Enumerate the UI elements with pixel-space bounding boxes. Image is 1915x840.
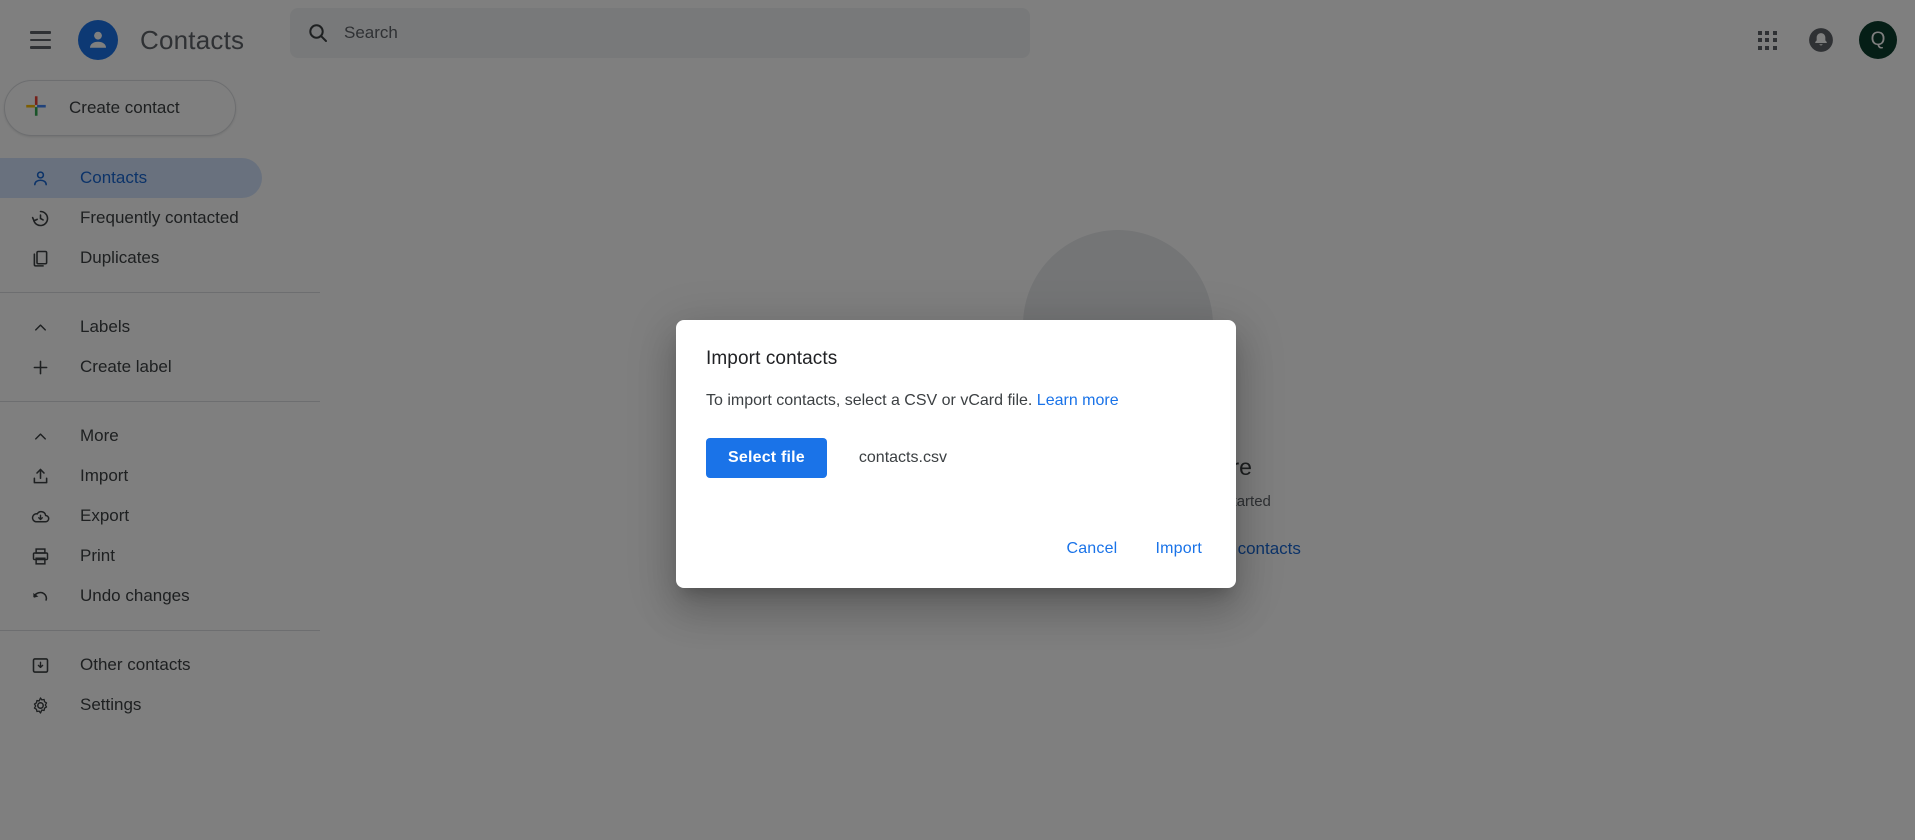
dialog-description: To import contacts, select a CSV or vCar… — [706, 392, 1206, 410]
dialog-actions: Cancel Import — [1056, 532, 1212, 566]
learn-more-link[interactable]: Learn more — [1037, 392, 1119, 409]
selected-file-name: contacts.csv — [858, 449, 947, 466]
import-button[interactable]: Import — [1145, 532, 1212, 566]
file-selection-row: Select file contacts.csv — [706, 438, 1206, 478]
dialog-description-text: To import contacts, select a CSV or vCar… — [706, 392, 1033, 409]
select-file-button[interactable]: Select file — [706, 438, 827, 478]
import-contacts-dialog: Import contacts To import contacts, sele… — [676, 320, 1236, 588]
cancel-button[interactable]: Cancel — [1056, 532, 1127, 566]
dialog-title: Import contacts — [706, 348, 838, 369]
